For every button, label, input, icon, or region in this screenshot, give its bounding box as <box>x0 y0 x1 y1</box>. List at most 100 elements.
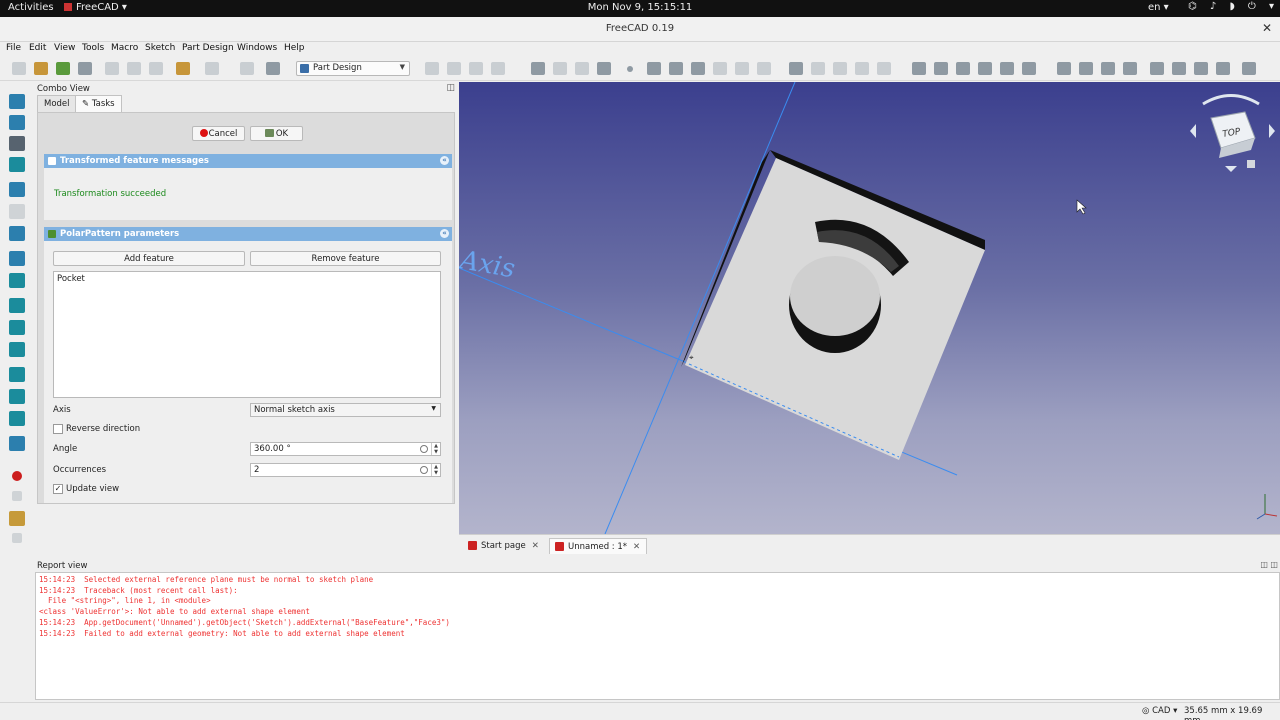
reverse-direction-checkbox[interactable] <box>53 424 63 434</box>
sync-view-icon[interactable] <box>9 226 25 241</box>
thickness-icon[interactable] <box>1216 62 1230 75</box>
linear-pattern-icon[interactable] <box>1079 62 1093 75</box>
paste-icon[interactable] <box>149 62 163 75</box>
menu-help[interactable]: Help <box>284 43 305 53</box>
feature-list[interactable]: Pocket <box>53 271 441 398</box>
tab-model[interactable]: Model <box>37 95 77 112</box>
redo-icon[interactable] <box>205 62 219 75</box>
shape-binder-icon[interactable] <box>713 62 727 75</box>
print-icon[interactable] <box>78 62 92 75</box>
messages-panel-header[interactable]: Transformed feature messages « <box>44 154 452 168</box>
view-box-icon[interactable] <box>597 62 611 75</box>
tab-start-page[interactable]: Start page ✕ <box>463 538 545 554</box>
system-tray[interactable]: ⌬ ♪ ◗ ⏻ ▾ <box>1188 1 1279 12</box>
forward-arrow-icon[interactable] <box>9 204 25 219</box>
spin-buttons[interactable]: ▲ ▼ <box>431 443 440 455</box>
navigation-cube[interactable]: TOP <box>1190 94 1275 173</box>
pad-icon[interactable] <box>789 62 803 75</box>
measure-distance-icon[interactable] <box>9 436 25 451</box>
open-file-icon[interactable] <box>34 62 48 75</box>
zoom-icon[interactable] <box>9 251 25 266</box>
axis-select[interactable]: Normal sketch axis ▼ <box>250 403 441 417</box>
undo-icon[interactable] <box>176 62 190 75</box>
3d-scene[interactable]: Axis ⌖ TOP <box>459 82 1280 534</box>
menu-sketch[interactable]: Sketch <box>145 43 175 53</box>
update-view-checkbox[interactable]: ✓ <box>53 484 63 494</box>
close-icon[interactable]: ✕ <box>532 541 539 551</box>
subshape-binder-icon[interactable] <box>735 62 749 75</box>
subtractive-helix-icon[interactable] <box>1022 62 1036 75</box>
rear-view-icon[interactable] <box>9 367 25 382</box>
workbench-selector[interactable]: Part Design ▼ <box>296 61 410 76</box>
datum-line-icon[interactable] <box>647 62 661 75</box>
menu-part-design[interactable]: Part Design <box>182 43 234 53</box>
revolution-icon[interactable] <box>811 62 825 75</box>
combo-view-float-button[interactable]: ◫ <box>446 83 455 93</box>
groove-icon[interactable] <box>956 62 970 75</box>
multi-transform-icon[interactable] <box>1123 62 1137 75</box>
new-file-icon[interactable] <box>12 62 26 75</box>
angle-input[interactable]: 360.00 ° ▲ ▼ <box>250 442 441 456</box>
fit-all-icon[interactable] <box>531 62 545 75</box>
isometric-view-icon[interactable] <box>9 273 25 288</box>
subtractive-loft-icon[interactable] <box>978 62 992 75</box>
menu-windows[interactable]: Windows <box>237 43 277 53</box>
fit-all-icon[interactable] <box>9 94 25 109</box>
expression-icon[interactable] <box>420 445 428 453</box>
collapse-icon[interactable]: « <box>440 156 449 165</box>
front-view-icon[interactable] <box>9 298 25 313</box>
report-log[interactable]: 15:14:23 Selected external reference pla… <box>35 572 1280 700</box>
params-panel-header[interactable]: PolarPattern parameters « <box>44 227 452 241</box>
menu-file[interactable]: File <box>6 43 21 53</box>
top-view-icon[interactable] <box>9 320 25 335</box>
close-icon[interactable]: ✕ <box>633 542 640 552</box>
add-feature-button[interactable]: Add feature <box>53 251 245 266</box>
create-part-icon[interactable] <box>447 62 461 75</box>
polar-pattern-icon[interactable] <box>1101 62 1115 75</box>
occurrences-input[interactable]: 2 ▲ ▼ <box>250 463 441 477</box>
save-icon[interactable] <box>56 62 70 75</box>
refresh-icon[interactable] <box>240 62 254 75</box>
cut-icon[interactable] <box>105 62 119 75</box>
pipe-icon[interactable] <box>855 62 869 75</box>
cancel-button[interactable]: Cancel <box>192 126 245 141</box>
remove-feature-button[interactable]: Remove feature <box>250 251 441 266</box>
fit-selection-icon[interactable] <box>9 115 25 130</box>
create-body-icon[interactable] <box>425 62 439 75</box>
macros-icon[interactable] <box>9 511 25 526</box>
ok-button[interactable]: OK <box>250 126 303 141</box>
menu-view[interactable]: View <box>54 43 75 53</box>
collapse-icon[interactable]: « <box>440 229 449 238</box>
3d-view[interactable]: Axis ⌖ TOP <box>459 82 1280 534</box>
tab-tasks[interactable]: ✎ Tasks <box>75 95 122 112</box>
local-cs-icon[interactable] <box>691 62 705 75</box>
draft-icon[interactable] <box>1194 62 1208 75</box>
std-views-icon[interactable] <box>575 62 589 75</box>
right-view-icon[interactable] <box>9 342 25 357</box>
fit-selection-icon[interactable] <box>553 62 567 75</box>
helix-icon[interactable] <box>877 62 891 75</box>
menu-tools[interactable]: Tools <box>82 43 104 53</box>
clock[interactable]: Mon Nov 9, 15:15:11 <box>0 2 1280 13</box>
record-macro-icon[interactable] <box>12 471 22 481</box>
copy-icon[interactable] <box>127 62 141 75</box>
expression-icon[interactable] <box>420 466 428 474</box>
execute-macro-icon[interactable] <box>12 533 22 543</box>
back-arrow-icon[interactable] <box>9 182 25 197</box>
link-actions-icon[interactable] <box>491 62 505 75</box>
bottom-view-icon[interactable] <box>9 389 25 404</box>
boolean-icon[interactable] <box>1242 62 1256 75</box>
datum-point-icon[interactable] <box>627 66 633 72</box>
language-selector[interactable]: en ▾ <box>1148 2 1169 13</box>
left-view-icon[interactable] <box>9 411 25 426</box>
window-close-button[interactable]: ✕ <box>1262 21 1272 35</box>
pocket-icon[interactable] <box>912 62 926 75</box>
menu-edit[interactable]: Edit <box>29 43 46 53</box>
menu-macro[interactable]: Macro <box>111 43 138 53</box>
datum-plane-icon[interactable] <box>669 62 683 75</box>
hole-icon[interactable] <box>934 62 948 75</box>
stop-macro-icon[interactable] <box>12 491 22 501</box>
draw-style-icon[interactable] <box>9 136 25 151</box>
tab-unnamed[interactable]: Unnamed : 1* ✕ <box>549 538 648 554</box>
link-icon[interactable] <box>469 62 483 75</box>
